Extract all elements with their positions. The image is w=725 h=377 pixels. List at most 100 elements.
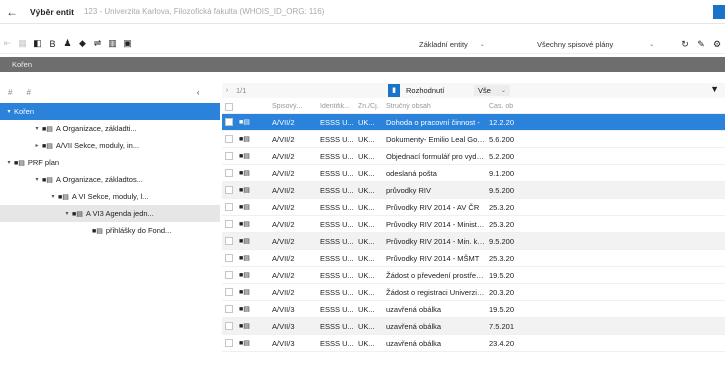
refresh-icon[interactable]: ↻	[677, 39, 693, 50]
tree-item[interactable]: ▾ ■▤ A Organizace, základti...	[0, 120, 220, 137]
tag-icon[interactable]: ◆	[75, 38, 90, 49]
cell-summary: Dohoda o pracovní činnost -	[386, 117, 480, 127]
table-row[interactable]: ■▤ A/VII/2 ESSS U... UK... Žádost o přev…	[222, 267, 725, 284]
cell-code: A/VII/2	[272, 202, 295, 212]
table-row[interactable]: ■▤ A/VII/3 ESSS U... UK... uzavřená obál…	[222, 301, 725, 318]
cell-ref: UK...	[358, 151, 375, 161]
row-checkbox[interactable]	[225, 339, 233, 347]
column-header[interactable]: Spisový...	[270, 103, 320, 110]
row-type-icon: ■▤	[239, 323, 250, 330]
cell-ref: UK...	[358, 219, 375, 229]
row-checkbox[interactable]	[225, 135, 233, 143]
person-icon[interactable]: ♟	[60, 38, 75, 49]
row-checkbox[interactable]	[225, 288, 233, 296]
cell-code: A/VII/2	[272, 219, 295, 229]
tree-item-label: A Organizace, základti...	[55, 124, 137, 133]
collapse-all-icon[interactable]: #	[26, 88, 30, 97]
table-row[interactable]: ■▤ A/VII/3 ESSS U... UK... uzavřená obál…	[222, 335, 725, 352]
cell-date: 12.2.20	[489, 117, 515, 127]
cell-id: ESSS U...	[320, 185, 354, 195]
row-checkbox[interactable]	[225, 305, 233, 313]
settings-icon[interactable]: ⚙	[709, 39, 725, 50]
table-row[interactable]: ■▤ A/VII/2 ESSS U... UK... Žádost o regi…	[222, 284, 725, 301]
panel-toggle-icon[interactable]: ›	[222, 87, 232, 94]
row-checkbox[interactable]	[225, 271, 233, 279]
select-all-checkbox[interactable]	[222, 102, 236, 111]
prev-icon[interactable]: ▦	[15, 38, 30, 49]
columns-icon[interactable]: ▥	[105, 38, 120, 49]
cell-ref: UK...	[358, 287, 375, 297]
row-type-icon: ■▤	[239, 119, 250, 126]
table-row[interactable]: ■▤ A/VII/2 ESSS U... UK... Dohoda o prac…	[222, 114, 725, 131]
row-checkbox[interactable]	[225, 254, 233, 262]
row-checkbox[interactable]	[225, 203, 233, 211]
filter-list-icon[interactable]: ⇌	[90, 38, 105, 49]
path-root[interactable]: Kořen	[12, 60, 32, 69]
cell-code: A/VII/3	[272, 304, 295, 314]
caret-icon[interactable]: ▾	[32, 176, 42, 183]
table-row[interactable]: ■▤ A/VII/3 ESSS U... UK... uzavřená obál…	[222, 318, 725, 335]
cell-code: A/VII/2	[272, 134, 295, 144]
cell-ref: UK...	[358, 236, 375, 246]
caret-icon[interactable]: ▾	[4, 159, 14, 166]
row-type-icon: ■▤	[239, 170, 250, 177]
cell-date: 19.5.20	[489, 270, 515, 280]
table-row[interactable]: ■▤ A/VII/2 ESSS U... UK... Průvodky RIV …	[222, 199, 725, 216]
document-icon[interactable]: ▮	[388, 84, 400, 97]
caret-icon[interactable]: ▾	[32, 125, 42, 132]
rozhodnuti-label[interactable]: Rozhodnutí	[406, 86, 444, 95]
tree-item-label: A Organizace, základtos...	[55, 175, 143, 184]
plan-select[interactable]: Všechny spisové plány ⌄	[537, 40, 677, 49]
row-checkbox[interactable]	[225, 118, 233, 126]
tree-item[interactable]: ▾ ■▤ PRF plan	[0, 154, 220, 171]
row-checkbox[interactable]	[225, 169, 233, 177]
expand-all-icon[interactable]: #	[8, 88, 12, 97]
table-header: Spisový... Identifik... Zn./Čj. Stručný …	[222, 100, 725, 114]
tree-item[interactable]: ▸ ■▤ A/VII Sekce, moduly, in...	[0, 137, 220, 154]
tree-item-root[interactable]: ▾ Kořen	[0, 103, 220, 120]
first-icon[interactable]: ⇤	[0, 38, 15, 49]
column-header[interactable]: Identifik...	[320, 103, 358, 110]
caret-icon[interactable]: ▾	[48, 193, 58, 200]
window-title: Výběr entit	[30, 6, 74, 17]
cell-summary: uzavřená obálka	[386, 338, 442, 348]
row-checkbox[interactable]	[225, 152, 233, 160]
table-row[interactable]: ■▤ A/VII/2 ESSS U... UK... Průvodky RIV …	[222, 233, 725, 250]
vse-select[interactable]: Vše ⌄	[474, 85, 510, 96]
cell-code: A/VII/3	[272, 338, 295, 348]
chevron-down-icon: ⌄	[649, 41, 655, 48]
tree-item[interactable]: ▾ ■▤ A VI3 Agenda jedn...	[0, 205, 220, 222]
column-header[interactable]: Stručný obsah	[386, 103, 489, 110]
table-row[interactable]: ■▤ A/VII/2 ESSS U... UK... odeslaná pošt…	[222, 165, 725, 182]
table-row[interactable]: ■▤ A/VII/2 ESSS U... UK... Dokumenty- Em…	[222, 131, 725, 148]
row-checkbox[interactable]	[225, 322, 233, 330]
row-checkbox[interactable]	[225, 237, 233, 245]
folder-icon: ■▤	[42, 176, 53, 184]
caret-icon[interactable]: ▸	[32, 142, 42, 149]
grid-icon[interactable]: ◧	[30, 38, 45, 49]
save-icon[interactable]: ▣	[120, 38, 135, 49]
tree-item[interactable]: ▾ ■▤ A Organizace, základtos...	[0, 171, 220, 188]
cell-ref: UK...	[358, 270, 375, 280]
entity-select[interactable]: Základní entity ⌄	[419, 40, 529, 49]
cell-code: A/VII/2	[272, 270, 295, 280]
filter-icon[interactable]: ▼	[710, 84, 719, 94]
column-header[interactable]: Čas. ob	[489, 103, 529, 110]
table-row[interactable]: ■▤ A/VII/2 ESSS U... UK... Průvodky RIV …	[222, 216, 725, 233]
caret-icon[interactable]: ▾	[4, 108, 14, 115]
caret-icon[interactable]: ▾	[62, 210, 72, 217]
column-header[interactable]: Zn./Čj.	[358, 103, 386, 110]
page-indicator: 1/1	[236, 86, 247, 95]
cell-id: ESSS U...	[320, 304, 354, 314]
back-arrow-icon[interactable]: ←	[0, 5, 24, 19]
row-checkbox[interactable]	[225, 220, 233, 228]
tree-item[interactable]: ■▤ přihlášky do Fond...	[0, 222, 220, 239]
tree-item[interactable]: ▾ ■▤ A VI Sekce, moduly, l...	[0, 188, 220, 205]
table-row[interactable]: ■▤ A/VII/2 ESSS U... UK... průvodky RIV …	[222, 182, 725, 199]
bold-icon[interactable]: B	[45, 39, 60, 49]
sidebar-collapse-icon[interactable]: ‹	[197, 88, 200, 97]
table-row[interactable]: ■▤ A/VII/2 ESSS U... UK... Průvodky RIV …	[222, 250, 725, 267]
edit-icon[interactable]: ✎	[693, 39, 709, 50]
table-row[interactable]: ■▤ A/VII/2 ESSS U... UK... Objednací for…	[222, 148, 725, 165]
row-checkbox[interactable]	[225, 186, 233, 194]
